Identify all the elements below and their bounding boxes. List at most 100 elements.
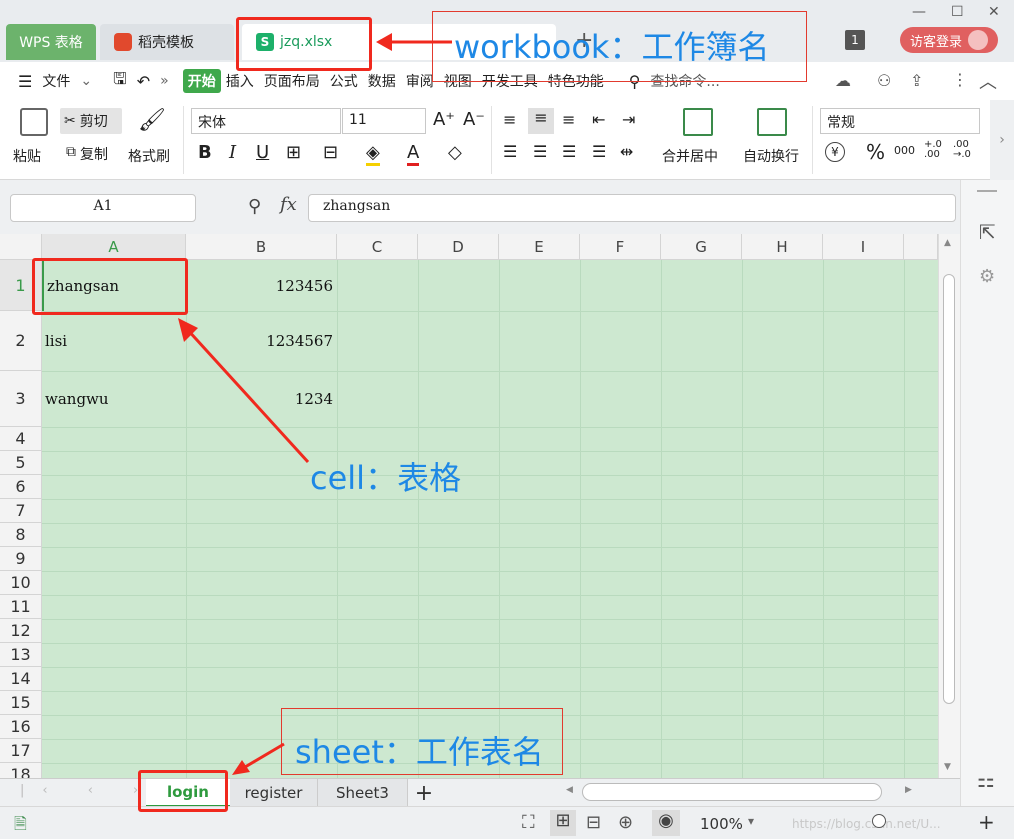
ribbon-scroll-icon[interactable]: › [990, 100, 1014, 180]
formula-input[interactable]: zhangsan [308, 194, 956, 222]
zoom-formula-icon[interactable]: ⚲ [248, 196, 261, 217]
percent-button[interactable]: % [866, 140, 885, 164]
sheet-tab-register[interactable]: register [230, 779, 318, 807]
row-header[interactable]: 9 [0, 547, 42, 571]
scroll-right-icon[interactable]: ▶ [905, 785, 912, 795]
increase-decimal-button[interactable]: +.0 .00 [924, 140, 946, 160]
sheet-tab-sheet3[interactable]: Sheet3 [318, 779, 408, 807]
row-header[interactable]: 8 [0, 523, 42, 547]
merge-icon[interactable] [683, 108, 713, 136]
clear-format-icon[interactable]: ◇ [448, 142, 462, 163]
row-header[interactable]: 3 [0, 371, 42, 427]
row-header[interactable]: 12 [0, 619, 42, 643]
column-header[interactable]: B [186, 234, 337, 260]
scroll-left-icon[interactable]: ◀ [566, 785, 573, 795]
row-header[interactable]: 5 [0, 451, 42, 475]
merge-center-button[interactable]: 合并居中 [662, 146, 718, 166]
column-header[interactable]: A [42, 234, 186, 260]
zoom-in-icon[interactable]: + [978, 810, 995, 834]
normal-view-icon[interactable]: ⊞ [550, 810, 576, 836]
number-format-select[interactable]: 常规 [820, 108, 980, 134]
paste-button[interactable]: 粘贴 [13, 146, 41, 166]
zoom-level[interactable]: 100% [700, 815, 743, 833]
settings-slider-icon[interactable]: ⚙ [979, 266, 995, 287]
horizontal-scroll-thumb[interactable] [582, 783, 882, 801]
tab-template[interactable]: 稻壳模板 [100, 24, 234, 60]
scroll-thumb[interactable] [943, 274, 955, 704]
tab-wps-app[interactable]: WPS 表格 [6, 24, 96, 60]
cursor-select-icon[interactable]: ⇱ [979, 220, 996, 244]
row-header[interactable]: 6 [0, 475, 42, 499]
wrap-text-button[interactable]: 自动换行 [743, 146, 799, 166]
indent-decrease-icon[interactable]: ⇤ [592, 110, 605, 129]
border-icon[interactable]: ⊞ [286, 142, 301, 163]
column-header[interactable]: E [499, 234, 580, 260]
more-icon[interactable]: » [155, 73, 183, 89]
menu-home[interactable]: 开始 [182, 69, 221, 93]
column-header[interactable]: F [580, 234, 661, 260]
status-doc-icon[interactable]: 🗎 [14, 813, 27, 840]
row-header[interactable]: 13 [0, 643, 42, 667]
font-family-select[interactable]: 宋体 [191, 108, 341, 134]
currency-icon[interactable]: ¥ [825, 142, 845, 162]
menu-file[interactable]: 文件 [37, 71, 75, 91]
column-header-extra[interactable] [904, 234, 938, 260]
column-header[interactable]: I [823, 234, 904, 260]
cell-style-icon[interactable]: ⊟ [323, 142, 338, 163]
row-header[interactable]: 17 [0, 739, 42, 763]
menu-data[interactable]: 数据 [363, 71, 401, 91]
cut-button[interactable]: ✂ 剪切 [60, 108, 122, 134]
row-header[interactable]: 7 [0, 499, 42, 523]
paste-icon[interactable] [20, 108, 48, 136]
grid-apps-icon[interactable]: ⚏ [977, 768, 995, 792]
more-options-icon[interactable]: ⋮ [952, 70, 968, 89]
undo-icon[interactable]: ↶ [132, 72, 155, 91]
align-top-icon[interactable]: ≡ [503, 110, 516, 129]
decrease-decimal-button[interactable]: .00 →.0 [953, 140, 975, 160]
menu-page-layout[interactable]: 页面布局 [259, 71, 325, 91]
fullscreen-icon[interactable]: ⛶ [522, 812, 535, 833]
column-header[interactable]: D [418, 234, 499, 260]
justify-icon[interactable]: ☰ [592, 142, 606, 161]
close-icon[interactable]: ✕ [988, 4, 1000, 20]
row-header[interactable]: 16 [0, 715, 42, 739]
format-painter-button[interactable]: 格式刷 [128, 146, 170, 166]
maximize-icon[interactable]: ☐ [951, 4, 964, 20]
cloud-icon[interactable]: ☁ [835, 71, 851, 90]
scroll-up-icon[interactable]: ▲ [944, 238, 951, 248]
row-header[interactable]: 14 [0, 667, 42, 691]
row-header[interactable]: 18 [0, 763, 42, 778]
font-color-icon[interactable]: A [407, 142, 420, 166]
add-sheet-icon[interactable]: + [410, 779, 438, 807]
name-box[interactable]: A1 [10, 194, 196, 222]
increase-font-icon[interactable]: A⁺ [433, 109, 455, 130]
align-middle-icon[interactable]: ≡ [528, 108, 554, 134]
wrap-icon[interactable] [757, 108, 787, 136]
zoom-slider-handle[interactable] [872, 814, 886, 828]
font-size-select[interactable]: 11 [342, 108, 426, 134]
cell-a3[interactable]: wangwu [42, 371, 186, 427]
decrease-font-icon[interactable]: A⁻ [463, 109, 485, 130]
scroll-down-icon[interactable]: ▼ [944, 762, 951, 772]
align-right-icon[interactable]: ☰ [562, 142, 576, 161]
align-center-icon[interactable]: ☰ [533, 142, 547, 161]
align-bottom-icon[interactable]: ≡ [562, 110, 575, 129]
fill-color-icon[interactable]: ◈ [366, 142, 380, 166]
guest-login-button[interactable]: 访客登录 [900, 27, 998, 53]
share-icon[interactable]: ⇪ [910, 71, 923, 90]
align-left-icon[interactable]: ☰ [503, 142, 517, 161]
select-all-corner[interactable] [0, 234, 42, 260]
hamburger-icon[interactable]: ☰ [0, 72, 37, 91]
collapse-ribbon-icon[interactable]: ︿ [979, 68, 997, 94]
column-header[interactable]: H [742, 234, 823, 260]
cell-b1[interactable]: 123456 [186, 260, 333, 311]
tab-count-badge[interactable]: 1 [845, 30, 865, 50]
distribute-icon[interactable]: ⇹ [620, 142, 633, 161]
row-header[interactable]: 11 [0, 595, 42, 619]
underline-button[interactable]: U [256, 142, 269, 163]
format-painter-icon[interactable]: 🖌 [138, 108, 166, 133]
cell-a2[interactable]: lisi [42, 311, 186, 371]
fx-icon[interactable]: fx [280, 194, 297, 215]
row-header[interactable]: 4 [0, 427, 42, 451]
thousands-button[interactable]: 000 [894, 144, 915, 157]
